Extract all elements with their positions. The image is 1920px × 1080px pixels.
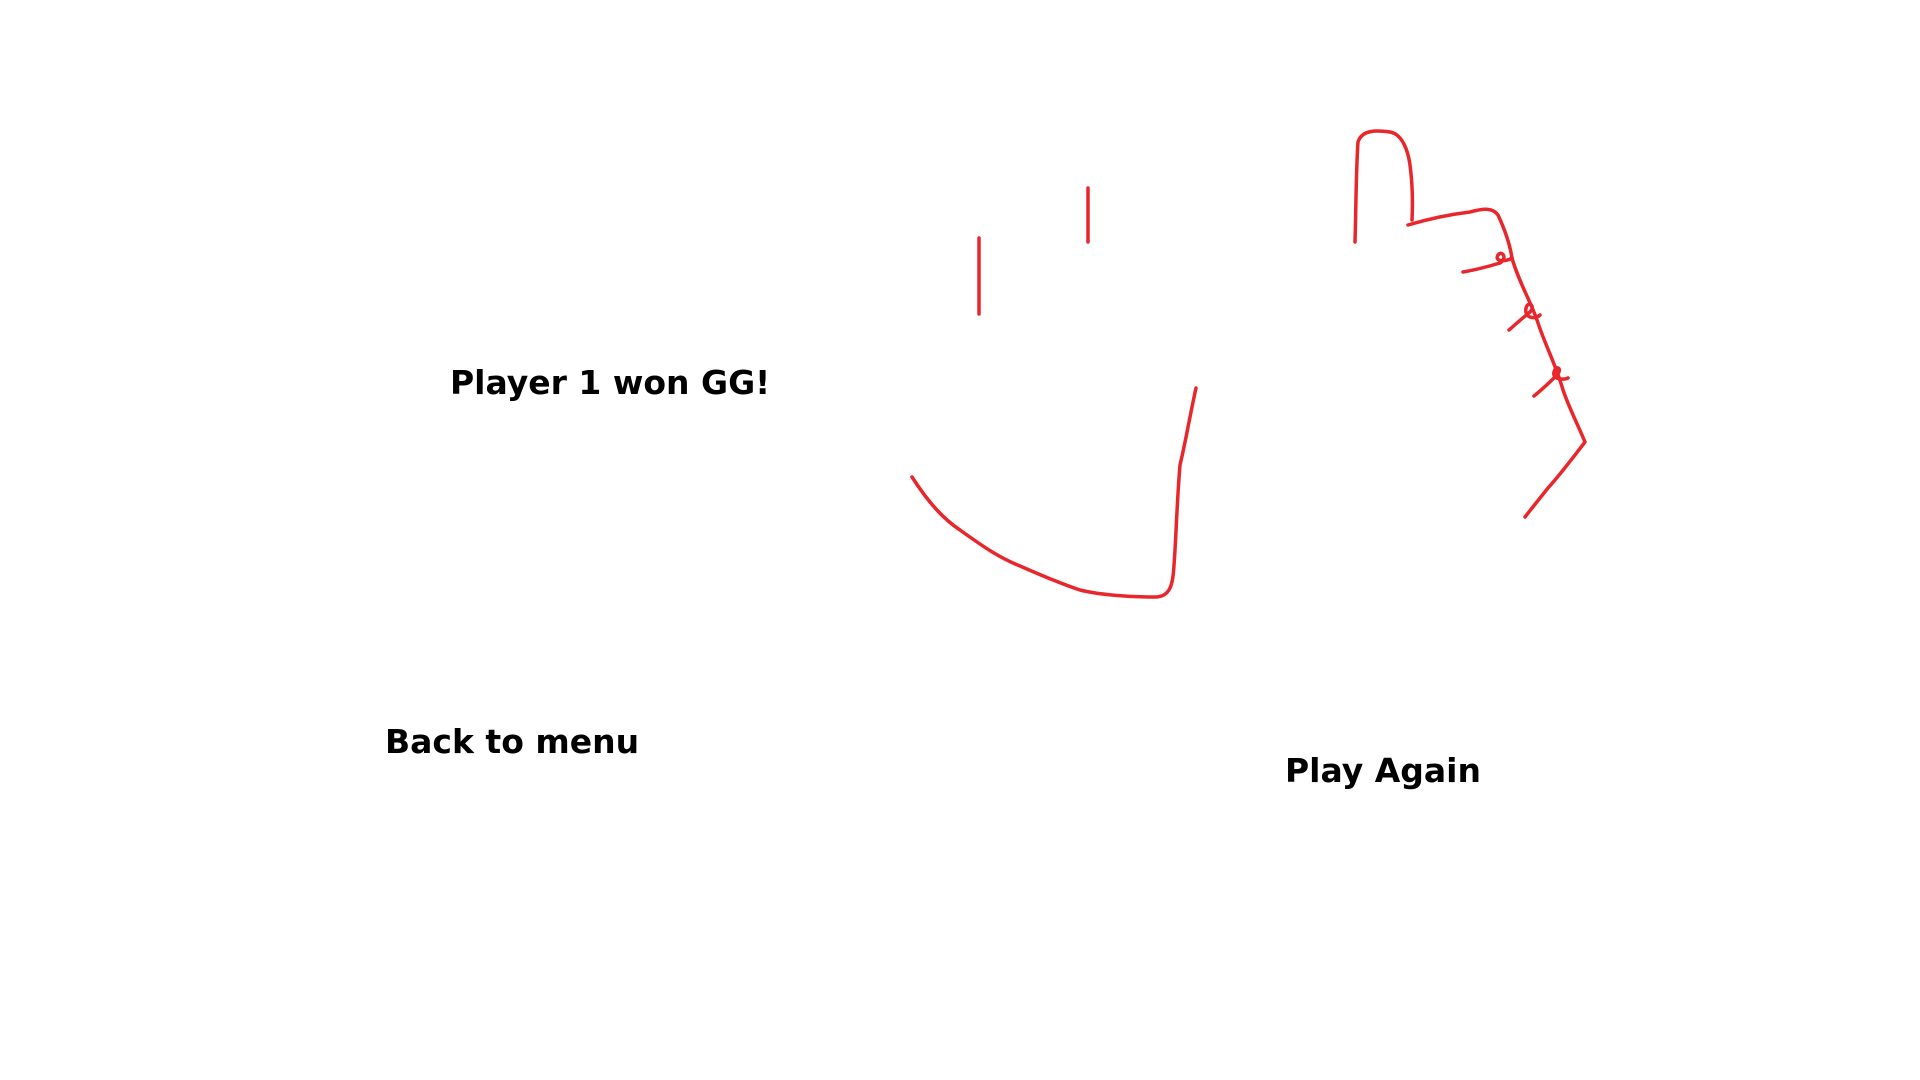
game-over-screen: Player 1 won GG! Back to menu Play Again [0, 0, 1920, 1080]
win-message: Player 1 won GG! [450, 363, 771, 402]
finger-separator-1 [1461, 251, 1514, 274]
finger-separator-2 [1507, 302, 1542, 332]
play-again-button[interactable]: Play Again [1285, 754, 1481, 787]
thumb-stroke [1353, 129, 1415, 244]
knuckles-stroke [1406, 207, 1587, 519]
back-to-menu-button[interactable]: Back to menu [385, 725, 639, 758]
thumbs-up-icon [910, 129, 1587, 599]
finger-separator-3 [1532, 366, 1570, 398]
hand-palm-stroke [910, 386, 1198, 599]
